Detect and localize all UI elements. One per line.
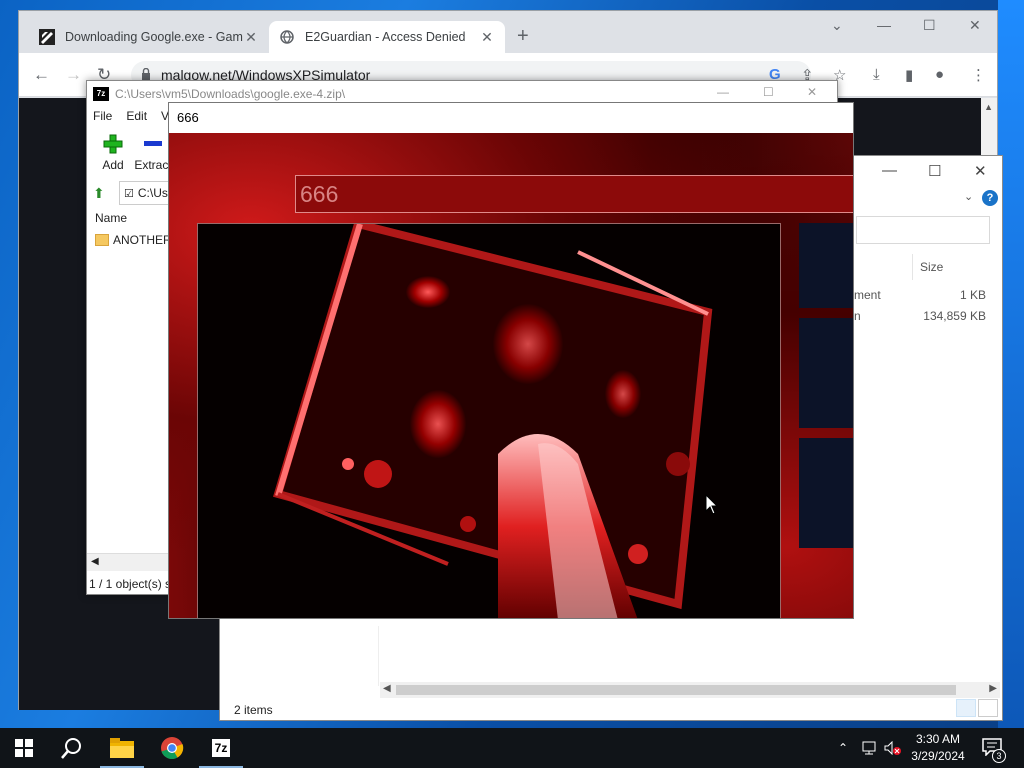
start-button[interactable] [0, 728, 48, 768]
help-icon[interactable]: ? [982, 190, 998, 206]
scroll-thumb[interactable] [396, 685, 956, 695]
tab-close-icon[interactable]: ✕ [479, 29, 495, 46]
extract-icon [144, 141, 162, 146]
sevenzip-title: C:\Users\vm5\Downloads\google.exe-4.zip\ [115, 87, 346, 101]
search-icon [61, 738, 81, 759]
minimize-icon[interactable]: — [882, 162, 897, 179]
popup-title: 666 [169, 103, 853, 133]
start-icon [15, 739, 33, 757]
file-type: ment [854, 288, 881, 302]
nav-pane-divider [378, 626, 379, 686]
folder-icon [95, 234, 109, 246]
scary-image [197, 223, 781, 618]
forward-icon[interactable]: → [65, 65, 82, 85]
red-background: 666 [169, 133, 853, 618]
back-icon[interactable]: ← [33, 65, 50, 85]
sevenzip-menubar: File Edit Vi [93, 109, 171, 123]
clock-date: 3/29/2024 [911, 749, 965, 763]
tab-close-icon[interactable]: ✕ [243, 29, 259, 46]
horizontal-scrollbar[interactable]: ◀ ▶ [380, 682, 1000, 698]
7zip-app-icon: 7z [93, 87, 109, 101]
menu-edit[interactable]: Edit [126, 109, 147, 123]
file-explorer-icon [110, 738, 134, 758]
chrome-button[interactable] [148, 728, 196, 768]
red-text-bar: 666 [295, 175, 853, 213]
profile-icon[interactable]: ● [935, 66, 944, 83]
tab-downloading-google[interactable]: Downloading Google.exe - Game ✕ [29, 21, 269, 53]
menu-icon[interactable]: ⋮ [971, 66, 986, 84]
menu-file[interactable]: File [93, 109, 112, 123]
close-icon[interactable]: ✕ [969, 17, 981, 34]
sevenzip-status: 1 / 1 object(s) s [89, 577, 172, 591]
system-clock[interactable]: 3:30 AM 3/29/2024 [906, 731, 970, 765]
file-size: 1 KB [959, 288, 986, 302]
network-icon[interactable] [862, 728, 880, 768]
tab-search-icon[interactable]: ⌄ [831, 17, 843, 34]
maximize-icon[interactable]: ☐ [928, 162, 941, 180]
volume-muted-icon[interactable] [884, 728, 902, 768]
chrome-icon [161, 737, 184, 760]
extract-label: Extract [134, 158, 172, 172]
scroll-right-icon[interactable]: ▶ [989, 683, 997, 694]
show-hidden-icons-icon[interactable]: ⌃ [838, 728, 848, 768]
close-icon[interactable]: ✕ [807, 85, 817, 99]
add-button[interactable]: Add [93, 133, 133, 172]
maximize-icon[interactable]: ☐ [923, 17, 936, 34]
dark-stripe [799, 223, 853, 308]
7zip-icon: 7z [211, 739, 231, 757]
file-size: 134,859 KB [923, 309, 986, 323]
scroll-up-icon[interactable]: ▲ [984, 102, 993, 112]
tab-title: E2Guardian - Access Denied [305, 30, 466, 44]
add-icon [103, 134, 123, 154]
minimize-icon[interactable]: — [717, 85, 729, 99]
path-field[interactable]: ☑ C:\Us [119, 181, 169, 205]
sevenzip-toolbar: Add Extract [93, 133, 173, 175]
new-tab-icon[interactable]: + [517, 25, 529, 48]
add-label: Add [102, 158, 124, 172]
extract-button[interactable]: Extract [133, 133, 173, 172]
minimize-icon[interactable]: — [877, 17, 891, 33]
maximize-icon[interactable]: ☐ [763, 85, 774, 99]
dark-stripe [799, 318, 853, 428]
red-bar-text: 666 [300, 181, 339, 207]
mouse-cursor-icon [705, 494, 719, 515]
search-button[interactable] [48, 728, 96, 768]
game-favicon-icon [39, 29, 55, 45]
up-folder-icon[interactable]: ⬆ [93, 185, 105, 202]
scroll-left-icon[interactable]: ◀ [383, 683, 391, 694]
tab-title: Downloading Google.exe - Game [65, 30, 243, 44]
details-view-icon[interactable] [956, 699, 976, 717]
large-icons-view-icon[interactable] [978, 699, 998, 717]
7zip-button[interactable]: 7z [197, 728, 245, 768]
close-icon[interactable]: ✕ [974, 162, 987, 180]
clock-time: 3:30 AM [915, 732, 961, 746]
path-text: C:\Us [137, 186, 168, 200]
file-type: n [854, 309, 861, 323]
horizontal-scrollbar[interactable]: ◀ [87, 553, 169, 571]
tab-strip: Downloading Google.exe - Game ✕ E2Guardi… [19, 11, 997, 53]
file-explorer-button[interactable] [98, 728, 146, 768]
download-icon[interactable]: ⤓ [873, 66, 880, 83]
column-divider [912, 254, 913, 280]
path-icon: ☑ [124, 187, 134, 200]
popup-666-window: 666 666 [168, 102, 854, 619]
search-input[interactable] [856, 216, 990, 244]
tab-e2guardian[interactable]: E2Guardian - Access Denied ✕ [269, 21, 505, 53]
scroll-left-icon[interactable]: ◀ [91, 556, 99, 567]
dark-stripe [799, 438, 853, 548]
ribbon-expand-icon[interactable]: ⌄ [964, 190, 973, 203]
notification-count-badge: 3 [992, 749, 1006, 763]
taskbar: 7z ⌃ 3:30 AM 3/29/2024 3 [0, 728, 1024, 768]
globe-icon [279, 29, 295, 45]
explorer-status: 2 items [234, 703, 273, 717]
column-header-size[interactable]: Size [920, 260, 943, 274]
column-header-name[interactable]: Name [95, 211, 127, 225]
side-panel-icon[interactable]: ▮ [905, 66, 913, 84]
